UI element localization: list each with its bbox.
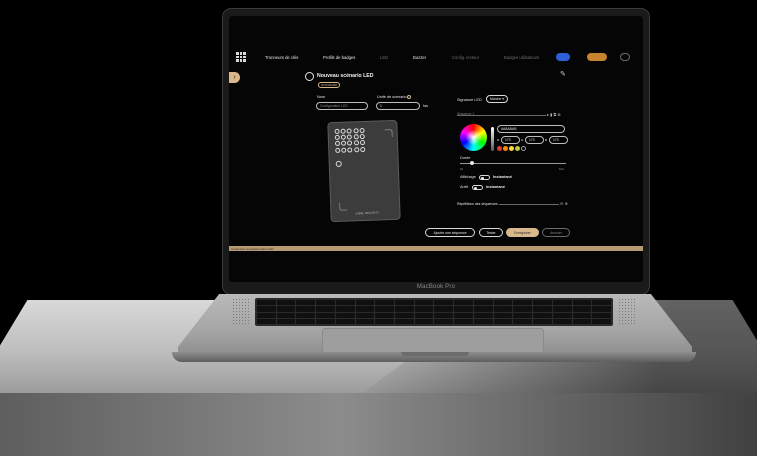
- b-input[interactable]: 173: [549, 136, 568, 144]
- nav-pill-menu[interactable]: [620, 53, 630, 61]
- speaker-grille: [232, 298, 250, 324]
- speaker-grille: [618, 298, 636, 324]
- stop-value: Instantané: [486, 185, 505, 189]
- b-label: B: [545, 138, 548, 142]
- sequence-tools-icon[interactable]: ▸ ▮ ⧉ ⊗: [547, 112, 561, 117]
- device-corner-mark: [384, 128, 393, 138]
- back-button[interactable]: ›: [229, 72, 240, 83]
- nav-item-tronneurs[interactable]: Tronneurs de clés: [265, 55, 298, 60]
- nav-item-config[interactable]: Config. lecteur: [452, 55, 479, 60]
- r-input[interactable]: 173: [501, 136, 520, 144]
- pencil-icon[interactable]: ✎: [560, 71, 568, 79]
- stop-label: Arrêt: [460, 185, 469, 189]
- hex-input[interactable]: #ABABAB: [497, 125, 565, 133]
- page-title: Nouveau scénario LED: [317, 73, 374, 79]
- add-sequence-button[interactable]: Ajouter une séquence: [425, 228, 475, 237]
- swatch-red[interactable]: [497, 146, 502, 151]
- duration-slider-knob[interactable]: [470, 161, 474, 165]
- product-shot: Tronneurs de clés Profils de badges LED …: [0, 0, 757, 456]
- signature-label: Signature LED: [457, 98, 482, 102]
- unit-suffix: fois: [423, 104, 428, 108]
- top-navigation: Tronneurs de clés Profils de badges LED …: [229, 50, 643, 66]
- unit-label: Unité de scénario: [377, 95, 407, 99]
- unit-input[interactable]: 1: [376, 102, 420, 110]
- swatch-lime[interactable]: [515, 146, 520, 151]
- cancel-button[interactable]: Annuler: [542, 228, 570, 237]
- nav-item-profils[interactable]: Profils de badges: [323, 55, 355, 60]
- test-button[interactable]: Tester: [479, 228, 503, 237]
- color-wheel[interactable]: [460, 124, 487, 151]
- repeat-divider: [499, 204, 559, 205]
- sequence-divider: [457, 115, 546, 116]
- info-icon[interactable]: [407, 95, 411, 99]
- globe-icon: [305, 72, 314, 81]
- display-value: Instantané: [493, 175, 512, 179]
- laptop-screen: Tronneurs de clés Profils de badges LED …: [229, 16, 643, 282]
- app-grid-icon[interactable]: [236, 52, 246, 62]
- r-label: R: [497, 138, 500, 142]
- reader-device-image: LABEL SECURITY: [327, 119, 401, 223]
- nav-item-buzzer[interactable]: Buzzer: [413, 55, 426, 60]
- g-label: G: [521, 138, 524, 142]
- status-badge: STANDARD: [318, 82, 341, 88]
- duration-label: Durée: [460, 156, 471, 160]
- pedestal-front: [0, 393, 757, 456]
- signature-select[interactable]: Marche ▾: [486, 95, 508, 103]
- swatch-orange[interactable]: [503, 146, 508, 151]
- status-text: Connexion au gestionnaire LED: [231, 246, 274, 251]
- swatch-add[interactable]: [521, 146, 526, 151]
- display-toggle[interactable]: [479, 175, 490, 180]
- nav-item-badges[interactable]: Badges utilisateurs: [504, 55, 539, 60]
- duration-min: 0s: [460, 167, 464, 171]
- duration-max: 10s: [559, 167, 564, 171]
- status-bar: Connexion au gestionnaire LED: [229, 246, 643, 251]
- save-button[interactable]: Enregistrer: [506, 228, 539, 237]
- nav-pill-blue[interactable]: [556, 53, 570, 61]
- stop-toggle[interactable]: [472, 185, 483, 190]
- keyboard: [255, 298, 613, 326]
- name-input[interactable]: Configuration LED: [316, 102, 368, 110]
- name-label: Nom: [317, 95, 326, 99]
- nav-item-led[interactable]: LED: [380, 55, 388, 60]
- power-icon: [335, 160, 342, 167]
- trackpad: [322, 328, 544, 353]
- nav-pill-orange[interactable]: [587, 53, 607, 61]
- duration-slider-track[interactable]: [460, 163, 566, 164]
- led-matrix: [334, 127, 366, 153]
- repeat-label: Répétitions des séquences: [457, 202, 498, 206]
- repeat-tools-icon[interactable]: ⊖ ⊕: [560, 201, 568, 206]
- laptop-brand-label: MacBook Pro: [416, 284, 456, 290]
- brightness-slider[interactable]: [491, 127, 494, 151]
- device-brand: LABEL SECURITY: [355, 210, 380, 216]
- laptop-notch: [401, 352, 469, 356]
- swatch-yellow[interactable]: [509, 146, 514, 151]
- display-label: Affichage: [460, 175, 476, 179]
- g-input[interactable]: 173: [525, 136, 544, 144]
- device-corner-mark: [339, 202, 348, 211]
